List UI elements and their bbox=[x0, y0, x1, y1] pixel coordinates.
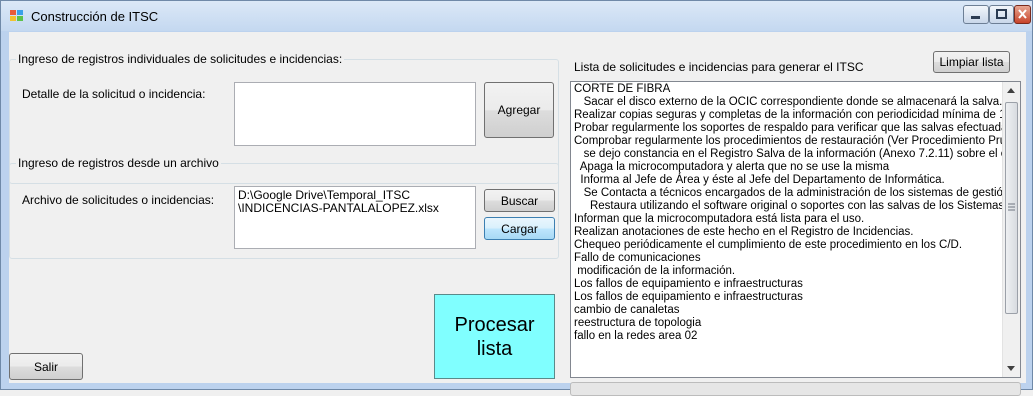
individual-records-group-title: Ingreso de registros individuales de sol… bbox=[16, 52, 345, 66]
list-panel-title: Lista de solicitudes e incidencias para … bbox=[574, 60, 864, 74]
form-client-area: Ingreso de registros individuales de sol… bbox=[9, 32, 1026, 396]
app-icon bbox=[10, 10, 23, 21]
list-item[interactable]: Realizar copias seguras y completas de l… bbox=[574, 109, 1002, 122]
application-window: Construcción de ITSC Ingreso de registro… bbox=[0, 0, 1033, 396]
minimize-icon bbox=[971, 16, 980, 19]
process-list-label-line-2: lista bbox=[476, 337, 513, 360]
list-item[interactable]: Los fallos de equipamiento e infraestruc… bbox=[574, 291, 1002, 304]
detail-label: Detalle de la solicitud o incidencia: bbox=[22, 87, 206, 101]
list-item[interactable]: Restaura utilizando el software original… bbox=[574, 200, 1002, 213]
title-bar[interactable]: Construcción de ITSC bbox=[1, 1, 1032, 31]
close-icon bbox=[1018, 9, 1027, 19]
file-label: Archivo de solicitudes o incidencias: bbox=[22, 193, 215, 207]
list-item[interactable]: cambio de canaletas bbox=[574, 304, 1002, 317]
list-item[interactable]: Fallo de comunicaciones bbox=[574, 252, 1002, 265]
detail-input[interactable] bbox=[234, 82, 476, 146]
list-item[interactable]: reestructura de topologia bbox=[574, 317, 1002, 330]
requests-listbox[interactable]: CORTE DE FIBRA Sacar el disco externo de… bbox=[570, 81, 1021, 378]
list-item[interactable]: Los fallos de equipamiento e infraestruc… bbox=[574, 278, 1002, 291]
list-item[interactable]: Informan que la microcomputadora está li… bbox=[574, 213, 1002, 226]
file-path-input[interactable]: D:\Google Drive\Temporal_ITSC \INDICENCI… bbox=[234, 186, 476, 249]
grip-icon bbox=[1008, 203, 1015, 211]
add-button[interactable]: Agregar bbox=[484, 82, 554, 138]
list-item[interactable]: fallo en la redes area 02 bbox=[574, 330, 1002, 343]
scrollbar-thumb[interactable] bbox=[1005, 102, 1018, 314]
minimize-button[interactable] bbox=[963, 5, 989, 24]
list-item[interactable]: Probar regularmente los soportes de resp… bbox=[574, 122, 1002, 135]
file-records-group-title: Ingreso de registros desde un archivo bbox=[16, 156, 221, 170]
list-item[interactable]: CORTE DE FIBRA bbox=[574, 83, 1002, 96]
list-item[interactable]: Comprobar regularmente los procedimiento… bbox=[574, 135, 1002, 148]
progress-bar bbox=[570, 382, 1021, 396]
exit-button[interactable]: Salir bbox=[9, 353, 83, 380]
clear-list-button[interactable]: Limpiar lista bbox=[933, 51, 1010, 73]
maximize-icon bbox=[996, 9, 1007, 19]
maximize-button[interactable] bbox=[989, 5, 1014, 24]
scroll-up-icon[interactable] bbox=[1007, 88, 1015, 93]
list-item[interactable]: Sacar el disco externo de la OCIC corres… bbox=[574, 96, 1002, 109]
search-button[interactable]: Buscar bbox=[484, 189, 555, 212]
list-item[interactable]: Realizan anotaciones de este hecho en el… bbox=[574, 226, 1002, 239]
list-item[interactable]: Informa al Jefe de Área y éste al Jefe d… bbox=[574, 174, 1002, 187]
list-item[interactable]: modificación de la información. bbox=[574, 265, 1002, 278]
file-records-group: Ingreso de registros desde un archivo Ar… bbox=[9, 156, 559, 259]
list-item[interactable]: Apaga la microcomputadora y alerta que n… bbox=[574, 161, 1002, 174]
load-button[interactable]: Cargar bbox=[484, 217, 555, 240]
process-list-label-line-1: Procesar bbox=[454, 313, 535, 336]
scroll-down-icon[interactable] bbox=[1007, 366, 1015, 371]
close-window-button[interactable] bbox=[1014, 5, 1031, 24]
process-list-button[interactable]: Procesar lista bbox=[434, 294, 555, 379]
requests-list: CORTE DE FIBRA Sacar el disco externo de… bbox=[574, 83, 1002, 377]
list-vertical-scrollbar[interactable] bbox=[1002, 82, 1020, 377]
list-item[interactable]: Se Contacta a técnicos encargados de la … bbox=[574, 187, 1002, 200]
list-item[interactable]: Chequeo periódicamente el cumplimiento d… bbox=[574, 239, 1002, 252]
window-title: Construcción de ITSC bbox=[31, 9, 159, 24]
file-path-line-2: \INDICENCIAS-PANTALALOPEZ.xlsx bbox=[238, 201, 439, 215]
list-item[interactable]: se dejo constancia en el Registro Salva … bbox=[574, 148, 1002, 161]
